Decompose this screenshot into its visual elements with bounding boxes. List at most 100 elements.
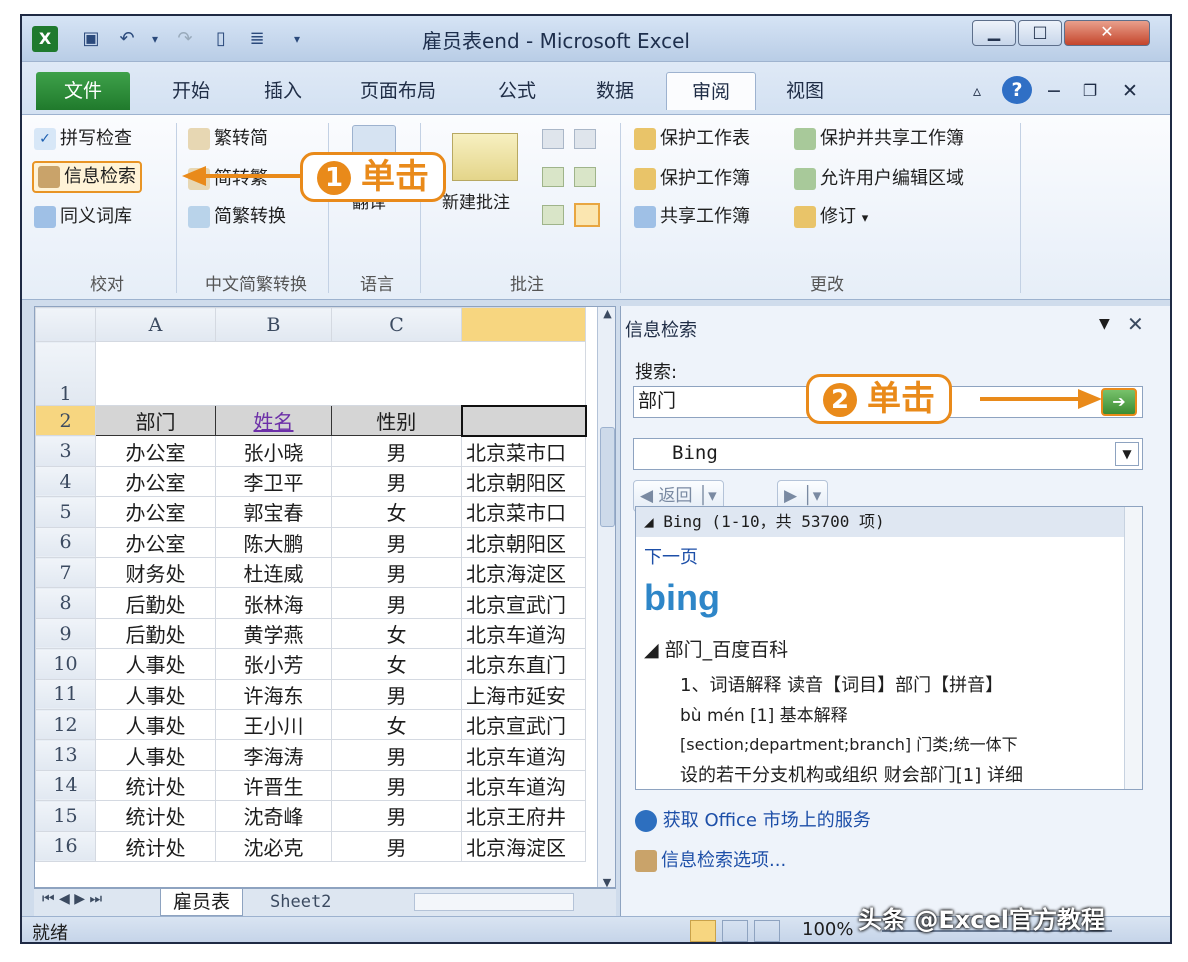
table-cell[interactable]: 女 bbox=[331, 617, 462, 650]
source-dropdown[interactable]: Bing bbox=[633, 438, 1143, 470]
chevron-down-icon[interactable]: ▼ bbox=[1115, 442, 1139, 466]
table-cell[interactable]: 办公室 bbox=[95, 465, 216, 498]
table-cell[interactable]: 人事处 bbox=[95, 648, 216, 680]
table-cell[interactable]: 北京车道沟 bbox=[461, 769, 586, 802]
table-cell[interactable]: 男 bbox=[331, 435, 462, 467]
row-header[interactable]: 4 bbox=[35, 465, 96, 498]
row-header[interactable]: 14 bbox=[35, 769, 96, 802]
table-cell[interactable]: 人事处 bbox=[95, 678, 216, 711]
result-title[interactable]: ◢ 部门_百度百科 bbox=[644, 635, 788, 662]
table-cell[interactable]: 北京宣武门 bbox=[461, 587, 586, 619]
row-header[interactable]: 15 bbox=[35, 800, 96, 832]
table-cell[interactable]: 统计处 bbox=[95, 830, 216, 862]
row-header[interactable]: 11 bbox=[35, 678, 96, 711]
zoom-level[interactable]: 100% bbox=[802, 919, 853, 940]
table-cell[interactable]: 男 bbox=[331, 739, 462, 771]
table-cell[interactable]: 杜连威 bbox=[215, 557, 332, 589]
back-arrow-icon: ◀ bbox=[640, 486, 654, 506]
table-cell[interactable]: 北京朝阳区 bbox=[461, 465, 586, 498]
table-cell[interactable]: 男 bbox=[331, 769, 462, 802]
table-cell[interactable]: 男 bbox=[331, 678, 462, 711]
scroll-thumb[interactable] bbox=[600, 427, 615, 527]
row-header[interactable]: 3 bbox=[35, 435, 96, 467]
table-cell[interactable]: 统计处 bbox=[95, 769, 216, 802]
page-layout-view-icon[interactable] bbox=[722, 920, 748, 942]
row-header[interactable]: 16 bbox=[35, 830, 96, 862]
result-line: 1、词语解释 读音【词目】部门【拼音】 bbox=[680, 675, 1004, 696]
table-cell[interactable]: 后勤处 bbox=[95, 587, 216, 619]
table-cell[interactable]: 女 bbox=[331, 496, 462, 528]
table-cell[interactable]: 北京王府井 bbox=[461, 800, 586, 832]
row-header[interactable]: 12 bbox=[35, 709, 96, 741]
horizontal-scrollbar[interactable] bbox=[414, 893, 574, 911]
table-cell[interactable]: 北京车道沟 bbox=[461, 617, 586, 650]
table-cell[interactable]: 办公室 bbox=[95, 435, 216, 467]
table-cell[interactable]: 许海东 bbox=[215, 678, 332, 711]
row-header[interactable]: 9 bbox=[35, 617, 96, 650]
callout-step-2: 2 单击 bbox=[806, 374, 952, 424]
research-book-icon bbox=[635, 850, 657, 872]
table-cell[interactable]: 男 bbox=[331, 526, 462, 559]
table-cell[interactable]: 后勤处 bbox=[95, 617, 216, 650]
result-line: [section;department;branch] 门类;统一体下 bbox=[680, 735, 1018, 754]
table-cell[interactable]: 男 bbox=[331, 800, 462, 832]
row-header[interactable]: 7 bbox=[35, 557, 96, 589]
scroll-down-icon[interactable]: ▼ bbox=[598, 876, 615, 887]
sheet-tab-employees[interactable]: 雇员表 bbox=[160, 889, 244, 916]
table-cell[interactable]: 李卫平 bbox=[215, 465, 332, 498]
table-cell[interactable]: 财务处 bbox=[95, 557, 216, 589]
table-cell[interactable]: 陈大鹏 bbox=[215, 526, 332, 559]
table-cell[interactable]: 沈必克 bbox=[215, 830, 332, 862]
callout-arrowhead bbox=[1078, 389, 1102, 409]
table-cell[interactable]: 王小川 bbox=[215, 709, 332, 741]
table-cell[interactable]: 黄学燕 bbox=[215, 617, 332, 650]
table-cell[interactable]: 许晋生 bbox=[215, 769, 332, 802]
table-cell[interactable]: 统计处 bbox=[95, 800, 216, 832]
table-cell[interactable]: 办公室 bbox=[95, 526, 216, 559]
results-header: ◢ Bing (1-10，共 53700 项) bbox=[636, 507, 1126, 537]
row-header[interactable]: 8 bbox=[35, 587, 96, 619]
sheet-nav-arrows-icon[interactable]: ⏮ ◀ ▶ ⏭ bbox=[42, 891, 102, 907]
table-cell[interactable]: 北京朝阳区 bbox=[461, 526, 586, 559]
table-cell[interactable]: 北京海淀区 bbox=[461, 830, 586, 862]
table-cell[interactable]: 北京菜市口 bbox=[461, 435, 586, 467]
table-cell[interactable]: 男 bbox=[331, 465, 462, 498]
table-cell[interactable]: 北京东直门 bbox=[461, 648, 586, 680]
table-cell[interactable]: 北京车道沟 bbox=[461, 739, 586, 771]
table-cell[interactable]: 张小晓 bbox=[215, 435, 332, 467]
table-row: 7 财务处 杜连威男北京海淀区 bbox=[35, 557, 586, 589]
table-cell[interactable]: 男 bbox=[331, 587, 462, 619]
results-list[interactable]: ◢ Bing (1-10，共 53700 项) 下一页 bing ◢ 部门_百度… bbox=[635, 506, 1143, 790]
table-cell[interactable]: 上海市延安 bbox=[461, 678, 586, 711]
table-row: 8 后勤处 张林海男北京宣武门 bbox=[35, 587, 586, 619]
row-header[interactable]: 5 bbox=[35, 496, 96, 528]
table-cell[interactable]: 人事处 bbox=[95, 709, 216, 741]
table-cell[interactable]: 女 bbox=[331, 709, 462, 741]
row-header[interactable]: 6 bbox=[35, 526, 96, 559]
table-cell[interactable]: 男 bbox=[331, 557, 462, 589]
callout-arrows bbox=[182, 166, 1102, 409]
office-marketplace-link[interactable]: 获取 Office 市场上的服务 bbox=[635, 806, 871, 832]
table-cell[interactable]: 沈奇峰 bbox=[215, 800, 332, 832]
table-cell[interactable]: 人事处 bbox=[95, 739, 216, 771]
sheet-tab-sheet2[interactable]: Sheet2 bbox=[262, 889, 339, 915]
results-scrollbar[interactable] bbox=[1124, 507, 1142, 789]
table-cell[interactable]: 李海涛 bbox=[215, 739, 332, 771]
table-cell[interactable]: 郭宝春 bbox=[215, 496, 332, 528]
row-header[interactable]: 10 bbox=[35, 648, 96, 680]
table-cell[interactable]: 北京宣武门 bbox=[461, 709, 586, 741]
table-cell[interactable]: 男 bbox=[331, 830, 462, 862]
page-break-view-icon[interactable] bbox=[754, 920, 780, 942]
table-cell[interactable]: 北京海淀区 bbox=[461, 557, 586, 589]
research-options-link[interactable]: 信息检索选项... bbox=[635, 846, 786, 872]
table-cell[interactable]: 张小芳 bbox=[215, 648, 332, 680]
table-cell[interactable]: 张林海 bbox=[215, 587, 332, 619]
row-header[interactable]: 13 bbox=[35, 739, 96, 771]
table-cell[interactable]: 北京菜市口 bbox=[461, 496, 586, 528]
next-page-link[interactable]: 下一页 bbox=[644, 543, 698, 569]
result-line: 设的若干分支机构或组织 财会部门[1] 详细 bbox=[680, 765, 1023, 786]
excel-window: X ▣ ↶ ▾ ↷ ▯ ≣ ▾ 雇员表end - Microsoft Excel… bbox=[20, 14, 1172, 944]
table-cell[interactable]: 女 bbox=[331, 648, 462, 680]
table-cell[interactable]: 办公室 bbox=[95, 496, 216, 528]
normal-view-icon[interactable] bbox=[690, 920, 716, 942]
